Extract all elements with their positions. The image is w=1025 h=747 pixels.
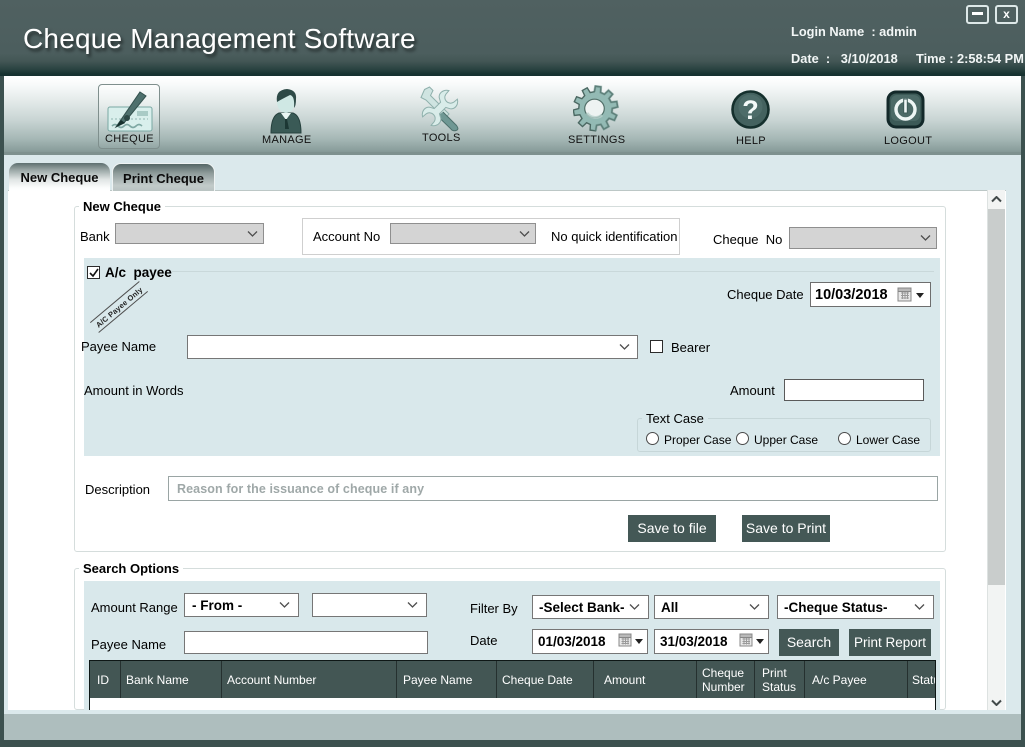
svg-text:?: ? [742, 95, 759, 125]
